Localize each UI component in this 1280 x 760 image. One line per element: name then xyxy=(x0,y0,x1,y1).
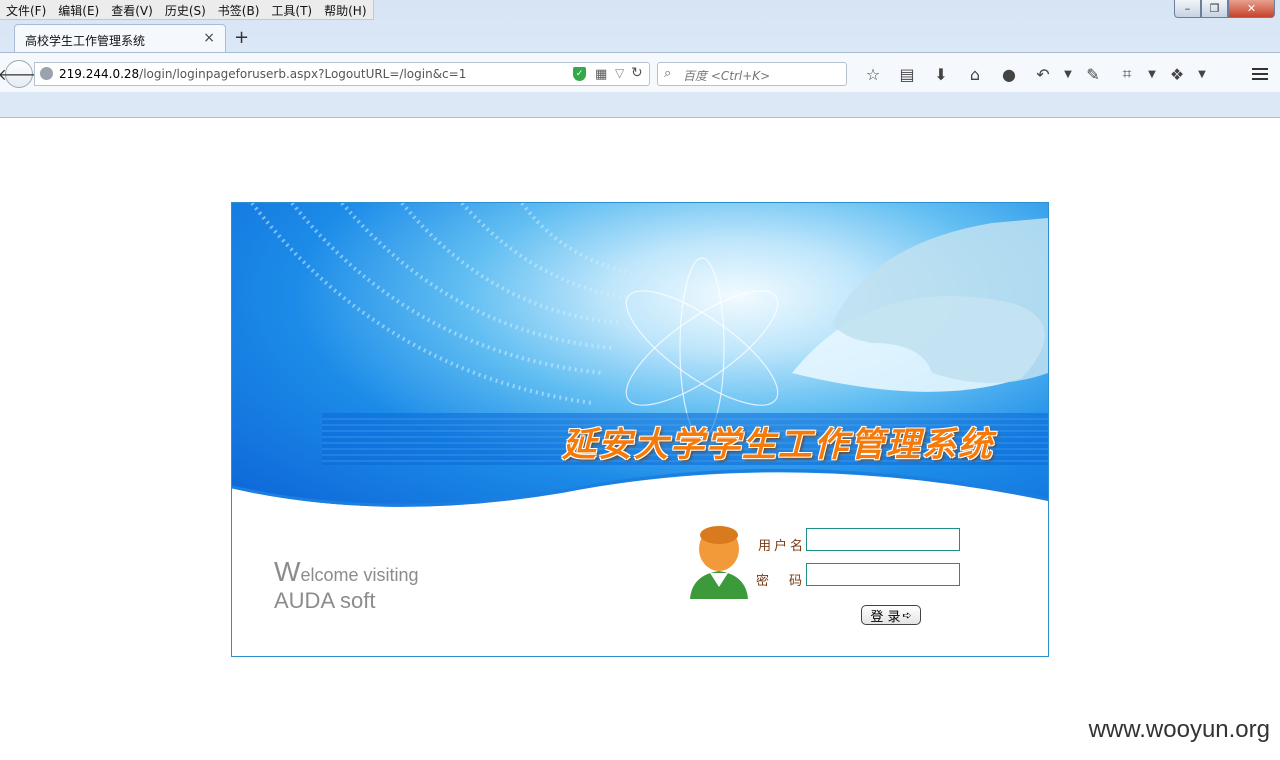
reload-icon[interactable]: ↻ xyxy=(631,65,643,81)
url-bar[interactable]: 219.244.0.28/login/loginpageforuserb.asp… xyxy=(34,62,650,86)
hamburger-menu-icon[interactable] xyxy=(1248,62,1272,86)
welcome-line-1: Welcome visiting xyxy=(274,556,419,588)
password-field[interactable] xyxy=(806,563,960,586)
back-button[interactable]: 🡐 xyxy=(0,60,40,88)
banner: 延安大学学生工作管理系统 xyxy=(232,203,1048,513)
comment-icon[interactable]: ✎ xyxy=(1076,63,1110,85)
menu-history[interactable]: 历史(S) xyxy=(159,0,212,19)
username-field[interactable] xyxy=(806,528,960,551)
browser-chrome: 文件(F) 编辑(E) 查看(V) 历史(S) 书签(B) 工具(T) 帮助(H… xyxy=(0,0,1280,118)
download-icon[interactable]: ⬇ xyxy=(924,63,958,85)
search-icon: ⌕ xyxy=(664,66,672,81)
home-icon[interactable]: ⌂ xyxy=(958,63,992,85)
arrow-right-icon: ➪ xyxy=(902,608,912,622)
menu-help[interactable]: 帮助(H) xyxy=(318,0,372,19)
bookmark-star-icon[interactable]: ☆ xyxy=(856,63,890,85)
url-path: /login/loginpageforuserb.aspx?LogoutURL=… xyxy=(139,67,467,81)
minimize-button[interactable]: – xyxy=(1174,0,1201,18)
url-text: 219.244.0.28/login/loginpageforuserb.asp… xyxy=(59,67,466,81)
window-controls: – ❐ ✕ xyxy=(1174,0,1275,18)
welcome-line-2: AUDA soft xyxy=(274,588,376,613)
tab-title: 高校学生工作管理系统 xyxy=(25,34,146,48)
new-tab-button[interactable]: + xyxy=(234,27,249,48)
menu-file[interactable]: 文件(F) xyxy=(0,0,52,19)
username-label: 用户名 xyxy=(758,539,807,554)
login-panel: 延安大学学生工作管理系统 Welcome visiting AUDA soft … xyxy=(231,202,1049,657)
crop-icon[interactable]: ⌗ xyxy=(1110,63,1144,85)
welcome-rest: elcome visiting xyxy=(300,565,419,585)
menu-edit[interactable]: 编辑(E) xyxy=(52,0,105,19)
undo-icon[interactable]: ↶ xyxy=(1026,63,1060,85)
toolbar-icons: ☆ ▤ ⬇ ⌂ ● ↶ ▼ ✎ ⌗ ▼ ❖ ▼ xyxy=(856,63,1210,85)
search-placeholder: 百度 <Ctrl+K> xyxy=(683,69,771,83)
menu-bookmarks[interactable]: 书签(B) xyxy=(212,0,266,19)
qr-code-icon[interactable]: ▦ xyxy=(595,67,607,82)
extension-icon[interactable]: ❖ xyxy=(1160,63,1194,85)
login-button-label: 登 录 xyxy=(870,609,901,625)
url-host: 219.244.0.28 xyxy=(59,67,140,81)
chevron-down-icon[interactable]: ▼ xyxy=(1144,63,1160,85)
navigation-bar: 🡐 219.244.0.28/login/loginpageforuserb.a… xyxy=(0,52,1280,92)
close-window-button[interactable]: ✕ xyxy=(1228,0,1275,18)
welcome-capital: W xyxy=(274,556,301,587)
welcome-text: Welcome visiting AUDA soft xyxy=(274,556,419,614)
banner-graphic xyxy=(232,203,1048,513)
restore-icon: ❐ xyxy=(1209,2,1220,15)
reading-list-icon[interactable]: ▤ xyxy=(890,63,924,85)
menu-bar: 文件(F) 编辑(E) 查看(V) 历史(S) 书签(B) 工具(T) 帮助(H… xyxy=(0,0,374,20)
system-title: 延安大学学生工作管理系统 xyxy=(562,425,994,465)
minimize-icon: – xyxy=(1184,2,1191,15)
dropdown-arrow-icon[interactable]: ▽ xyxy=(615,66,624,80)
menu-view[interactable]: 查看(V) xyxy=(105,0,159,19)
watermark: www.wooyun.org xyxy=(1088,716,1270,743)
restore-button[interactable]: ❐ xyxy=(1201,0,1228,18)
menu-tools[interactable]: 工具(T) xyxy=(265,0,318,19)
user-avatar-icon xyxy=(690,526,748,599)
globe-icon xyxy=(40,67,53,80)
search-input[interactable]: ⌕ 百度 <Ctrl+K> xyxy=(657,62,847,86)
chevron-down-icon[interactable]: ▼ xyxy=(1060,63,1076,85)
close-icon: ✕ xyxy=(1246,2,1257,15)
login-button[interactable]: 登 录 ➪ xyxy=(861,605,921,625)
tab-active[interactable]: 高校学生工作管理系统 × xyxy=(14,24,226,53)
chat-icon[interactable]: ● xyxy=(992,63,1026,85)
chevron-down-icon[interactable]: ▼ xyxy=(1194,63,1210,85)
shield-icon[interactable]: ✓ xyxy=(573,67,586,81)
tab-close-icon[interactable]: × xyxy=(203,30,215,46)
